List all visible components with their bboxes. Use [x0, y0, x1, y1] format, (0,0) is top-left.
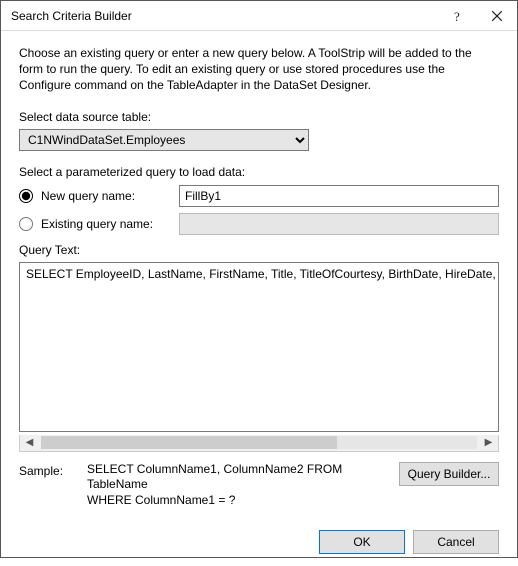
dialog-title: Search Criteria Builder — [11, 9, 437, 23]
dialog-footer: OK Cancel — [19, 530, 499, 554]
existing-query-row: Existing query name: — [19, 213, 499, 235]
sample-text: SELECT ColumnName1, ColumnName2 FROM Tab… — [87, 462, 389, 509]
existing-query-label: Existing query name: — [41, 217, 179, 231]
data-source-label: Select data source table: — [19, 110, 499, 124]
sample-label: Sample: — [19, 462, 77, 478]
existing-query-radio[interactable] — [19, 217, 33, 231]
horizontal-scrollbar[interactable]: ◀ ▶ — [19, 435, 499, 452]
new-query-radio[interactable] — [19, 189, 33, 203]
description-text: Choose an existing query or enter a new … — [19, 45, 499, 94]
data-source-combo[interactable]: C1NWindDataSet.Employees — [19, 129, 309, 151]
query-text-area[interactable] — [19, 262, 499, 432]
close-button[interactable] — [477, 1, 517, 31]
scroll-right-arrow-icon[interactable]: ▶ — [481, 437, 496, 448]
close-icon — [492, 11, 502, 21]
new-query-row: New query name: — [19, 185, 499, 207]
query-text-wrap: ◀ ▶ — [19, 262, 499, 452]
dialog-content: Choose an existing query or enter a new … — [1, 31, 517, 566]
title-bar: Search Criteria Builder ? — [1, 1, 517, 31]
existing-query-combo[interactable] — [179, 213, 499, 235]
ok-button[interactable]: OK — [319, 530, 405, 554]
param-query-label: Select a parameterized query to load dat… — [19, 165, 499, 179]
svg-text:?: ? — [454, 10, 460, 22]
new-query-label: New query name: — [41, 189, 179, 203]
help-icon: ? — [451, 10, 463, 22]
new-query-name-input[interactable] — [179, 185, 499, 207]
query-text-label: Query Text: — [19, 243, 499, 257]
scroll-left-arrow-icon[interactable]: ◀ — [22, 437, 37, 448]
scroll-thumb[interactable] — [41, 436, 337, 449]
query-builder-button[interactable]: Query Builder... — [399, 462, 499, 486]
help-button[interactable]: ? — [437, 1, 477, 31]
cancel-button[interactable]: Cancel — [413, 530, 499, 554]
sample-row: Sample: SELECT ColumnName1, ColumnName2 … — [19, 462, 499, 509]
scroll-track[interactable] — [41, 436, 477, 449]
